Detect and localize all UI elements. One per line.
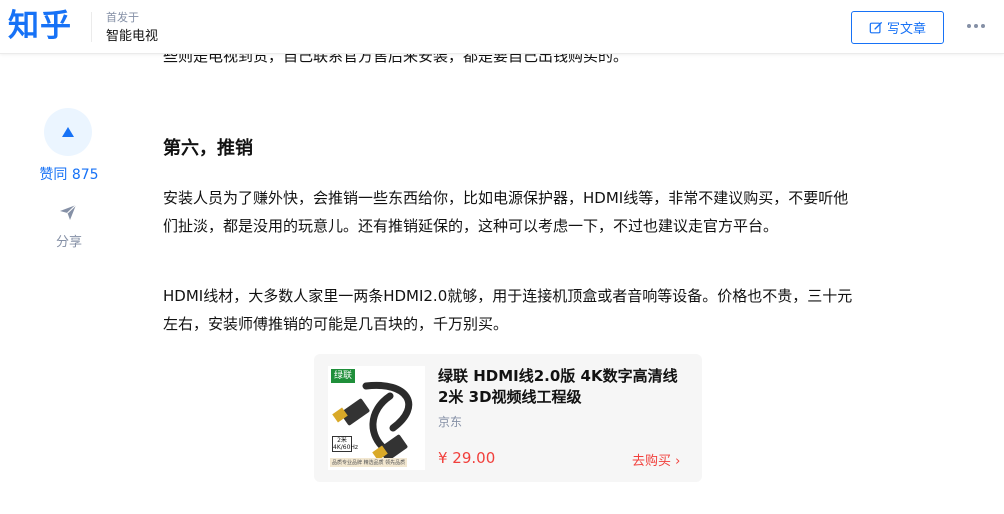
more-dots-icon[interactable] bbox=[962, 14, 990, 38]
buy-link[interactable]: 去购买 › bbox=[632, 450, 680, 469]
section-heading: 第六，推销 bbox=[163, 138, 253, 159]
product-image: 绿联 2米 4K/60Hz 品质专业品牌 精选品质 领先品质 bbox=[328, 366, 425, 470]
write-article-label: 写文章 bbox=[886, 22, 926, 37]
upvote-triangle-icon bbox=[62, 127, 74, 137]
write-article-button[interactable]: 写文章 bbox=[851, 11, 944, 44]
article-paragraph: 安装人员为了赚外快，会推销一些东西给你，比如电源保护器，HDMI线等，非常不建议… bbox=[163, 189, 849, 235]
cable-spec-badge: 2米 4K/60Hz bbox=[332, 436, 359, 452]
paper-plane-icon[interactable] bbox=[58, 202, 78, 222]
image-footer-strip: 品质专业品牌 精选品质 领先品质 bbox=[330, 458, 408, 467]
published-in-label: 首发于 bbox=[106, 11, 139, 24]
column-name-link[interactable]: 智能电视 bbox=[106, 28, 158, 46]
top-header: 知乎 首发于 智能电视 写文章 bbox=[0, 0, 1004, 54]
product-price: ¥ 29.00 bbox=[438, 449, 496, 467]
zhihu-logo[interactable]: 知乎 bbox=[8, 6, 72, 46]
product-shop: 京东 bbox=[438, 415, 463, 429]
share-label[interactable]: 分享 bbox=[30, 231, 108, 250]
article-paragraph: HDMI线材，大多数人家里一两条HDMI2.0就够，用于连接机顶盒或者音响等设备… bbox=[163, 287, 853, 333]
header-divider bbox=[91, 12, 92, 42]
brand-tag: 绿联 bbox=[331, 369, 356, 383]
upvote-count[interactable]: 赞同 875 bbox=[30, 164, 108, 184]
edit-icon bbox=[869, 21, 882, 33]
product-title[interactable]: 绿联 HDMI线2.0版 4K数字高清线 2米 3D视频线工程级 bbox=[438, 366, 693, 408]
upvote-button[interactable] bbox=[44, 108, 92, 156]
product-card[interactable]: 绿联 2米 4K/60Hz 品质专业品牌 精选品质 领先品质 绿联 HDMI线2… bbox=[314, 354, 702, 482]
